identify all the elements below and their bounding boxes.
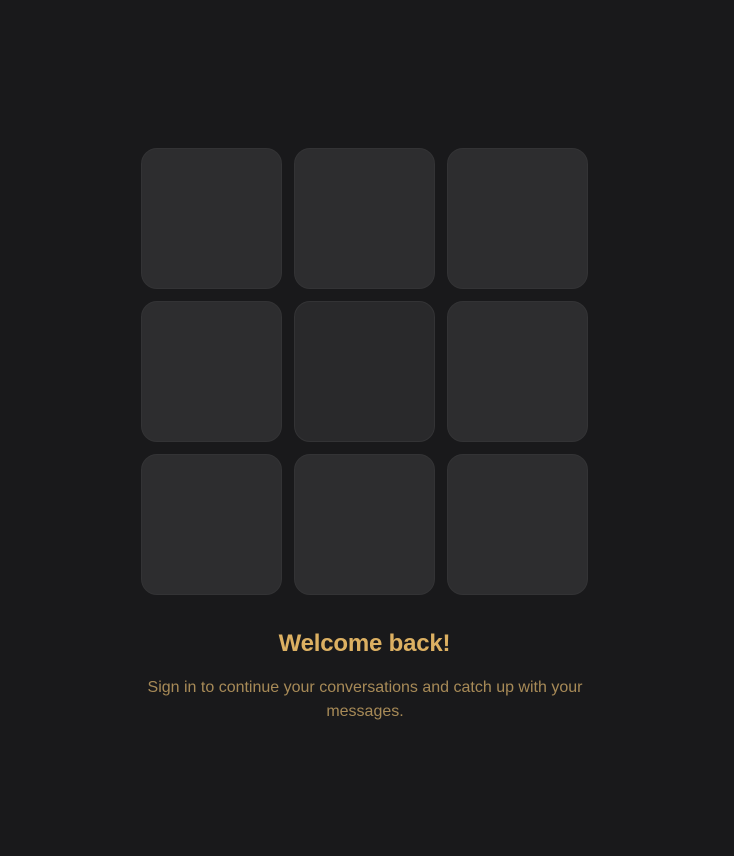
placeholder-tile [141,148,282,289]
placeholder-tile [447,301,588,442]
placeholder-tile-grid [141,148,588,595]
placeholder-tile [447,148,588,289]
onboarding-screen: { "welcome": { "title": "Welcome back!",… [0,0,734,856]
placeholder-tile [141,301,282,442]
placeholder-tile [294,301,435,442]
welcome-title: Welcome back! [278,630,451,657]
placeholder-tile [294,148,435,289]
placeholder-tile [141,454,282,595]
welcome-subtitle: Sign in to continue your conversations a… [147,679,583,720]
placeholder-tile [294,454,435,595]
welcome-panel: Welcome back! Sign in to continue your c… [141,148,588,724]
placeholder-tile [447,454,588,595]
